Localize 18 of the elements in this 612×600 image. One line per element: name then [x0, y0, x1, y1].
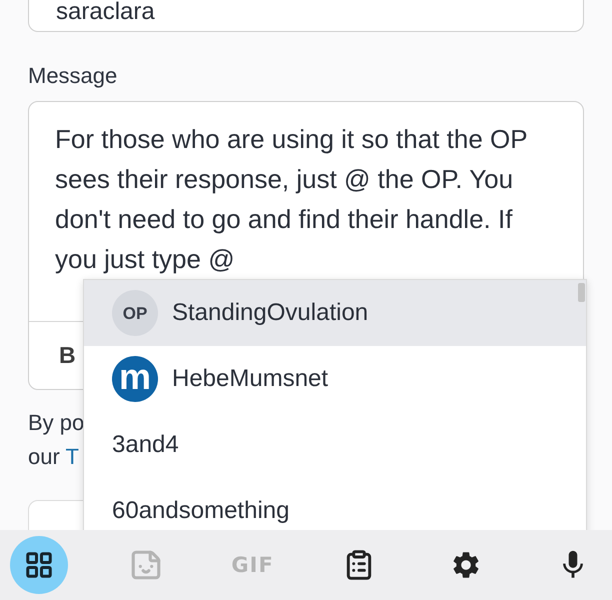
bold-button[interactable]: B [51, 338, 84, 373]
scroll-thumb[interactable] [578, 283, 585, 302]
user-name: 3and4 [112, 431, 179, 459]
mention-option[interactable]: OP StandingOvulation [84, 280, 586, 346]
mention-option[interactable]: m HebeMumsnet [84, 346, 586, 412]
name-field[interactable]: saraclara [28, 0, 584, 32]
message-label: Message [28, 62, 118, 90]
initials-avatar: OP [112, 290, 158, 336]
terms-text: By po our T [28, 409, 84, 471]
user-name: 60andsomething [112, 497, 290, 525]
grid-icon [24, 550, 54, 580]
terms-link[interactable]: T [66, 444, 79, 469]
sticker-icon [128, 548, 163, 582]
user-name: StandingOvulation [172, 299, 368, 327]
mention-option[interactable]: 3and4 [84, 412, 586, 478]
mention-option[interactable]: 60andsomething [84, 478, 586, 530]
user-name: HebeMumsnet [172, 365, 328, 393]
logo-avatar: m [112, 356, 158, 402]
